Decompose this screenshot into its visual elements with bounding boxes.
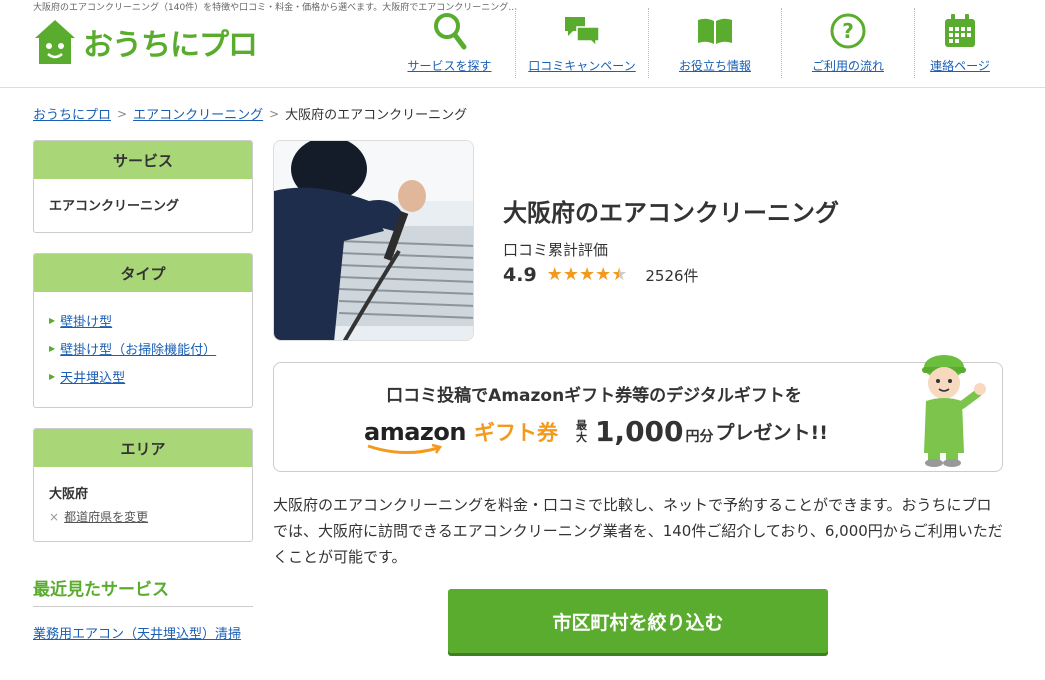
rating-score: 4.9: [503, 264, 537, 286]
recent-divider: [33, 606, 253, 607]
nav-contact-page[interactable]: 連絡ページ: [915, 8, 1005, 78]
promo-headline: 口コミ投稿でAmazonギフト券等のデジタルギフトを: [386, 386, 802, 406]
sidebar-type-box: タイプ ▶ 壁掛け型 ▶ 壁掛け型（お掃除機能付） ▶ 天井埋込型: [33, 253, 253, 408]
star-icon: ★: [611, 264, 628, 285]
present-label: プレゼント!!: [715, 422, 828, 444]
sidebar-service-value: エアコンクリーニング: [49, 199, 180, 214]
breadcrumb-separator: >: [117, 106, 128, 121]
max-label-bottom: 大: [575, 430, 587, 444]
nav-label: 連絡ページ: [930, 59, 990, 73]
nav-useful-info[interactable]: お役立ち情報: [649, 8, 782, 78]
gift-amount: 1,000: [594, 415, 684, 448]
filter-by-city-button[interactable]: 市区町村を絞り込む: [448, 589, 828, 653]
sidebar-service-box: サービス エアコンクリーニング: [33, 140, 253, 233]
close-icon: ×: [49, 509, 60, 524]
gift-card-label: ギフト券: [473, 420, 558, 445]
question-icon: ?: [830, 11, 866, 51]
gift-yen-unit: 円分: [685, 428, 714, 445]
star-icon: ★: [562, 264, 579, 285]
type-link-ceiling[interactable]: 天井埋込型: [60, 367, 125, 386]
service-hero-image: [273, 140, 474, 341]
breadcrumb-category[interactable]: エアコンクリーニング: [133, 104, 263, 123]
recent-services-heading: 最近見たサービス: [33, 580, 169, 600]
calendar-icon: [943, 11, 977, 51]
nav-label: ご利用の流れ: [811, 59, 884, 73]
sidebar-area-value: 大阪府: [49, 487, 89, 502]
nav-label: 口コミキャンペーン: [528, 59, 636, 73]
rating-label: 口コミ累計評価: [503, 241, 609, 259]
triangle-bullet-icon: ▶: [49, 371, 56, 381]
nav-review-campaign[interactable]: 口コミキャンペーン: [516, 8, 649, 78]
breadcrumb-separator: >: [269, 106, 280, 121]
page-title: 大阪府のエアコンクリーニング: [503, 199, 839, 227]
promo-offer: amazon ギフト券 最 大 1,000 円分 プレゼント!!: [364, 415, 828, 454]
svg-text:?: ?: [842, 19, 854, 43]
star-icon: ★: [578, 264, 596, 285]
triangle-bullet-icon: ▶: [49, 343, 56, 353]
amazon-smile-icon: [367, 443, 443, 454]
house-mascot-icon: [35, 20, 75, 64]
star-icon: ★: [546, 264, 563, 285]
site-logo[interactable]: おうちにプロ: [33, 18, 258, 66]
nav-search-services[interactable]: サービスを探す: [384, 8, 516, 78]
rating-stars: ★ ★ ★ ★ ★: [547, 266, 628, 284]
breadcrumb-home[interactable]: おうちにプロ: [33, 104, 111, 123]
amazon-logo: amazon: [364, 417, 466, 454]
breadcrumb-current: 大阪府のエアコンクリーニング: [285, 108, 468, 123]
star-icon: ★: [595, 264, 612, 285]
recent-service-link[interactable]: 業務用エアコン（天井埋込型）清掃: [33, 627, 241, 642]
chat-bubbles-icon: [563, 11, 601, 51]
type-link-wall-autoclean[interactable]: 壁掛け型（お掃除機能付）: [60, 339, 216, 358]
sidebar-type-item: ▶ 壁掛け型: [49, 306, 237, 334]
rating-count: 2526件: [645, 266, 699, 285]
max-label: 最 大: [575, 418, 587, 444]
book-icon: [696, 11, 734, 51]
review-campaign-banner[interactable]: 口コミ投稿でAmazonギフト券等のデジタルギフトを amazon ギフト券 最…: [273, 355, 1003, 472]
nav-label: サービスを探す: [407, 59, 492, 73]
site-header: 大阪府のエアコンクリーニング（140件）を特徴や口コミ・料金・価格から選べます。…: [0, 0, 1045, 88]
change-prefecture-link[interactable]: 都道府県を変更: [64, 508, 148, 525]
search-icon: [433, 11, 467, 51]
sidebar-area-heading: エリア: [34, 429, 252, 467]
breadcrumb: おうちにプロ > エアコンクリーニング > 大阪府のエアコンクリーニング: [33, 104, 468, 124]
sidebar-service-heading: サービス: [34, 141, 252, 179]
nav-label: お役立ち情報: [678, 59, 751, 73]
triangle-bullet-icon: ▶: [49, 315, 56, 325]
nav-usage-flow[interactable]: ? ご利用の流れ: [782, 8, 915, 78]
sidebar-type-heading: タイプ: [34, 254, 252, 292]
header-nav: サービスを探す 口コミキャンペーン お役立ち情報 ? ご利用の流れ 連絡ページ: [384, 8, 1005, 78]
amazon-logo-text: amazon: [364, 417, 466, 446]
sidebar-area-box: エリア 大阪府 × 都道府県を変更: [33, 428, 253, 542]
service-description: 大阪府のエアコンクリーニングを料金・口コミで比較し、ネットで予約することができま…: [273, 496, 1003, 566]
rating-row: 4.9 ★ ★ ★ ★ ★ 2526件: [503, 264, 699, 286]
sidebar-type-item: ▶ 天井埋込型: [49, 362, 237, 390]
worker-mascot-icon: [922, 355, 986, 467]
logo-text: おうちにプロ: [83, 28, 258, 63]
max-label-top: 最: [575, 418, 587, 432]
type-link-wall[interactable]: 壁掛け型: [60, 311, 112, 330]
sidebar-type-item: ▶ 壁掛け型（お掃除機能付）: [49, 334, 237, 362]
